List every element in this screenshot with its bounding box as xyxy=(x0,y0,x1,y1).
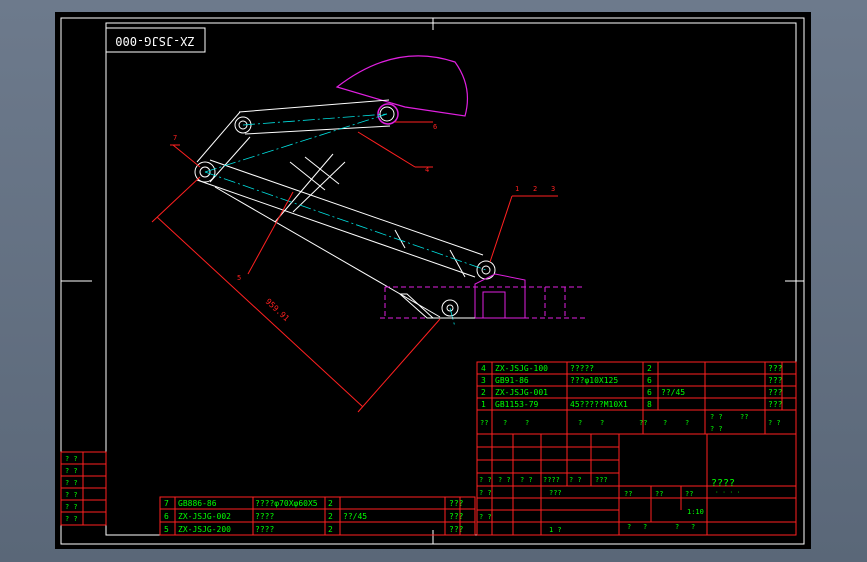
rbom-header: ? xyxy=(503,419,507,427)
base-bracket xyxy=(380,273,585,319)
callout-7: 7 xyxy=(173,134,177,142)
rbom-no: 4 xyxy=(481,364,486,373)
left-cell: ? ? xyxy=(65,455,78,463)
left-cell: ? ? xyxy=(65,503,78,511)
drawing-frame xyxy=(105,22,797,536)
tb-cell: ??? xyxy=(549,489,562,497)
title-block xyxy=(476,433,797,536)
rbom-name: ???φ10X125 xyxy=(570,376,618,385)
rbom-header: ? xyxy=(663,419,667,427)
tb-scale-label: ?? xyxy=(685,490,693,498)
bom-material: ??/45 xyxy=(343,512,367,521)
rbom-header: ?? xyxy=(639,419,647,427)
bom-no: 5 xyxy=(164,525,169,534)
rbom-no: 3 xyxy=(481,376,486,385)
sheet-border xyxy=(60,17,805,545)
bom-name: ???? xyxy=(255,525,274,534)
rbom-header: ?? xyxy=(740,413,748,421)
tb-scale: 1:10 xyxy=(687,508,704,516)
rbom-name: 45?????M10X1 xyxy=(570,400,628,409)
rbom-note: ??? xyxy=(768,388,783,397)
tb-cell: ? ? xyxy=(569,476,582,484)
rbom-header: ? xyxy=(600,419,604,427)
tb-cell: ??? xyxy=(595,476,608,484)
tb-sheet: ? xyxy=(691,523,695,531)
tb-cell: ? ? xyxy=(520,476,533,484)
magenta-segment-part xyxy=(335,55,468,117)
rbom-qty: 8 xyxy=(647,400,652,409)
bom-note: ??? xyxy=(449,525,464,534)
left-cell: ? ? xyxy=(65,515,78,523)
linkage-arms xyxy=(194,99,496,318)
tb-cell: ???? xyxy=(543,476,560,484)
leader-lines xyxy=(170,121,558,275)
rbom-no: 2 xyxy=(481,388,486,397)
tb-cell: ? ? xyxy=(498,476,511,484)
bom-code: GB886-86 xyxy=(178,499,217,508)
cad-drawing: ZX-JSJG-000 959.91 7 6 4 5 1 2 3 ? ? ? ?… xyxy=(60,17,805,545)
rbom-note: ??? xyxy=(768,400,783,409)
rbom-code: GB91-86 xyxy=(495,376,529,385)
bom-name: ????φ70Xφ60X5 xyxy=(255,499,318,508)
bom-name: ???? xyxy=(255,512,274,521)
rbom-header: ?? xyxy=(480,419,488,427)
dimension-line xyxy=(151,176,441,413)
rbom-code: ZX-JSJG-100 xyxy=(495,364,548,373)
center-lines xyxy=(204,113,487,328)
rbom-header: ? ? xyxy=(768,419,781,427)
tb-cell: ? ? xyxy=(479,513,492,521)
bom-qty: 2 xyxy=(328,499,333,508)
callout-1: 1 xyxy=(515,185,519,193)
left-cell: ? ? xyxy=(65,479,78,487)
bom-note: ??? xyxy=(449,499,464,508)
tb-scale-label: ?? xyxy=(655,490,663,498)
cad-viewport[interactable]: ZX-JSJG-000 959.91 7 6 4 5 1 2 3 ? ? ? ?… xyxy=(55,12,811,549)
rbom-header: ? xyxy=(578,419,582,427)
callout-3: 3 xyxy=(551,185,555,193)
tb-sheet: ? xyxy=(627,523,631,531)
rbom-qty: 6 xyxy=(647,376,652,385)
rbom-header: ? xyxy=(525,419,529,427)
callout-4: 4 xyxy=(425,166,429,174)
callout-5: 5 xyxy=(237,274,241,282)
callout-6: 6 xyxy=(433,123,437,131)
tb-drawing-name: ???? xyxy=(711,478,735,489)
bom-note: ??? xyxy=(449,512,464,521)
tb-cell: ? ? xyxy=(479,476,492,484)
rbom-note: ??? xyxy=(768,376,783,385)
rbom-header: ? ? xyxy=(710,413,723,421)
rbom-no: 1 xyxy=(481,400,486,409)
rbom-name: ????? xyxy=(570,364,594,373)
tb-sheet: ? xyxy=(675,523,679,531)
base-plate xyxy=(398,293,475,319)
bom-no: 7 xyxy=(164,499,169,508)
rbom-header: ? ? xyxy=(710,425,723,433)
rbom-material: ??/45 xyxy=(661,388,685,397)
bom-no: 6 xyxy=(164,512,169,521)
bom-qty: 2 xyxy=(328,525,333,534)
rbom-note: ??? xyxy=(768,364,783,373)
rbom-qty: 6 xyxy=(647,388,652,397)
rbom-qty: 2 xyxy=(647,364,652,373)
bom-qty: 2 xyxy=(328,512,333,521)
tb-cell: ? ? xyxy=(479,489,492,497)
bom-code: ZX-JSJG-002 xyxy=(178,512,231,521)
tb-drawing-sub: · · · · xyxy=(715,489,740,496)
drawing-number: ZX-JSJG-000 xyxy=(115,34,194,48)
rbom-code: GB1153-79 xyxy=(495,400,539,409)
left-cell: ? ? xyxy=(65,467,78,475)
tb-scale-label: ?? xyxy=(624,490,632,498)
bom-code: ZX-JSJG-200 xyxy=(178,525,231,534)
rbom-header: ? xyxy=(685,419,689,427)
tb-cell: 1 ? xyxy=(549,526,562,534)
left-cell: ? ? xyxy=(65,491,78,499)
rbom-code: ZX-JSJG-001 xyxy=(495,388,548,397)
callout-2: 2 xyxy=(533,185,537,193)
tb-sheet: ? xyxy=(643,523,647,531)
